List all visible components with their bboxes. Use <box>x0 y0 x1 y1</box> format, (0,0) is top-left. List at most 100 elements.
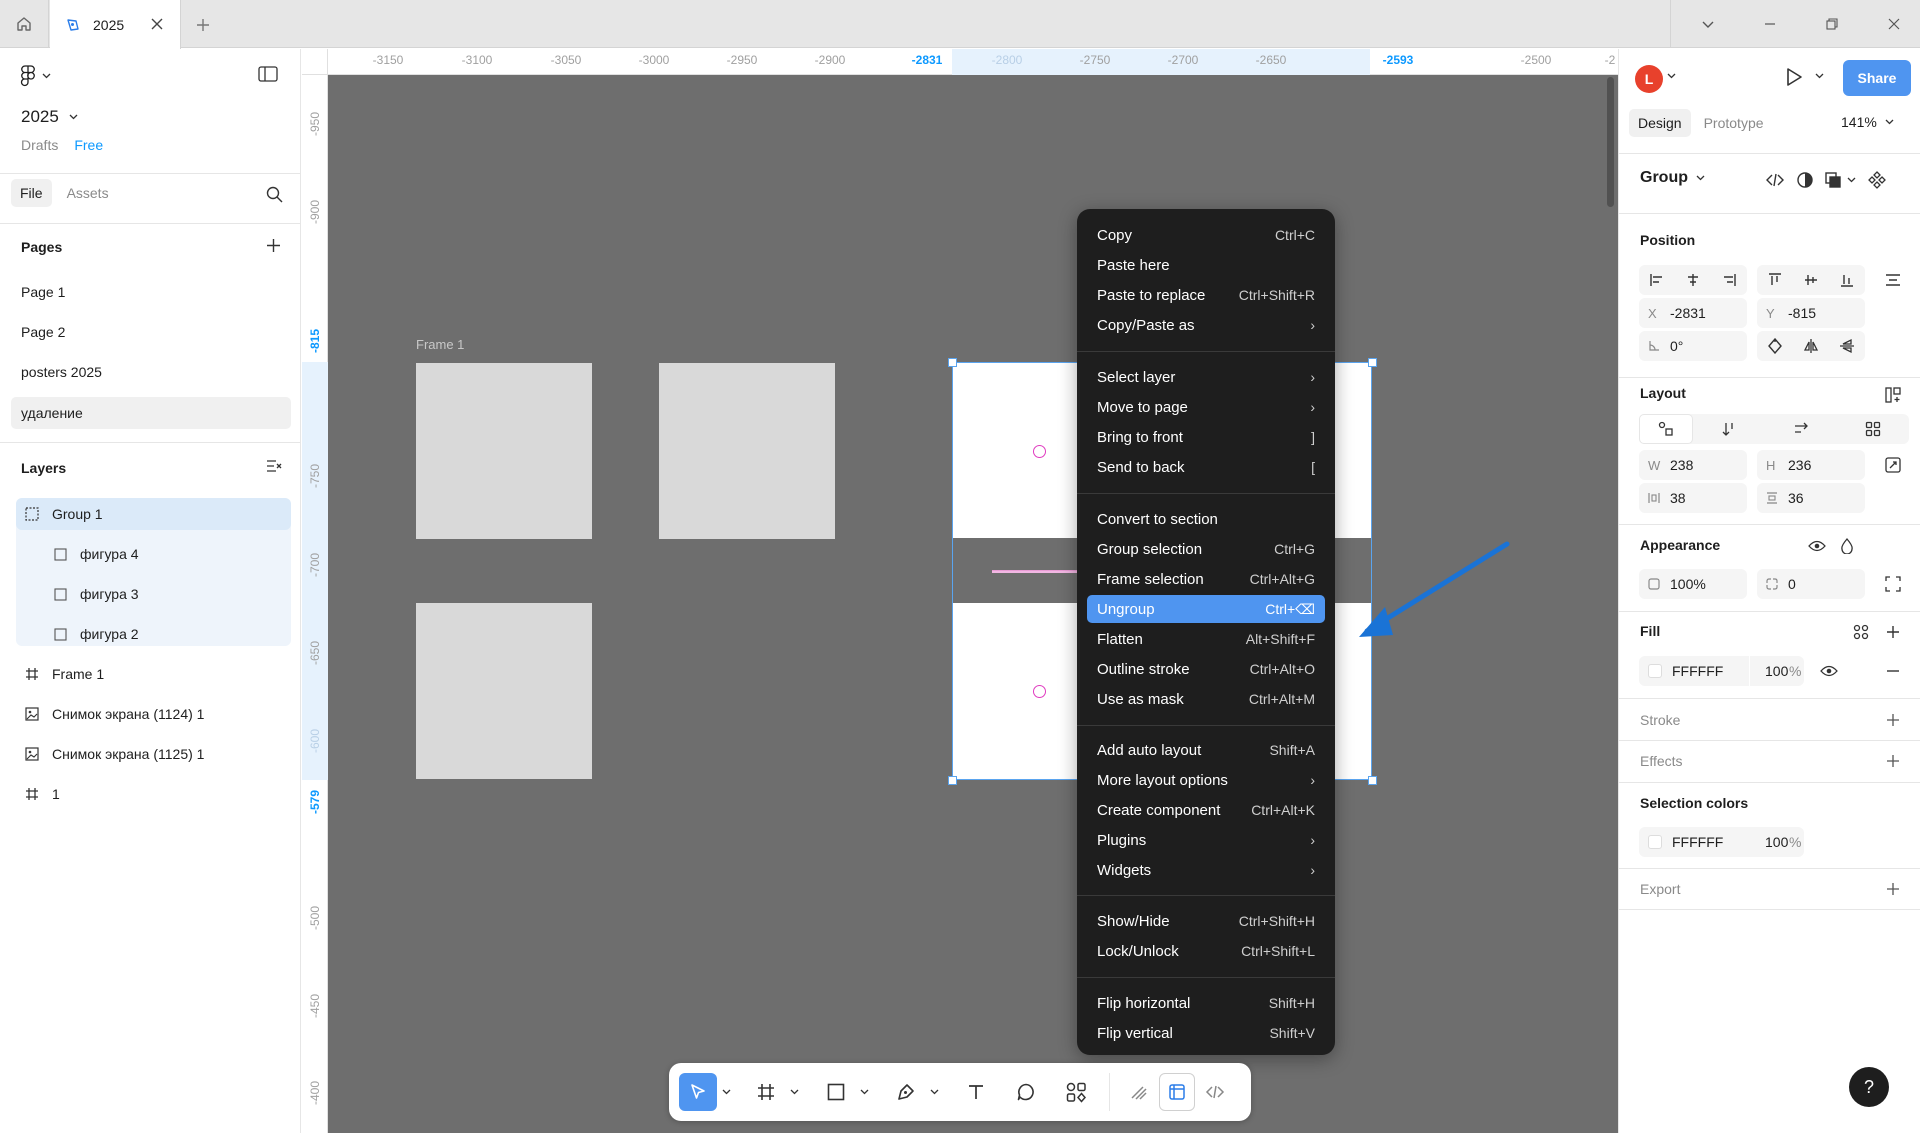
present-button[interactable] <box>1784 66 1804 91</box>
resize-handle-top-left[interactable] <box>948 358 957 367</box>
menu-item-outline-stroke[interactable]: Outline stroke Ctrl+Alt+O <box>1087 655 1325 683</box>
comment-tool-button[interactable] <box>1007 1073 1045 1111</box>
flip-horizontal-button[interactable] <box>1793 331 1829 361</box>
tab-file[interactable]: File <box>11 179 52 207</box>
shape-tool-dropdown[interactable] <box>857 1073 871 1111</box>
menu-item-copy-paste-as[interactable]: Copy/Paste as › <box>1087 311 1325 339</box>
create-component-button[interactable] <box>1865 168 1889 192</box>
remove-fill-button[interactable] <box>1881 659 1905 683</box>
menu-item-send-to-back[interactable]: Send to back [ <box>1087 453 1325 481</box>
distribute-button[interactable] <box>1881 268 1905 292</box>
layer-shape-3[interactable]: фигура 3 <box>16 578 291 610</box>
new-tab-button[interactable] <box>190 12 216 38</box>
corner-radius-input[interactable]: 0 <box>1757 569 1865 599</box>
help-button[interactable]: ? <box>1849 1067 1889 1107</box>
dev-mode-button[interactable] <box>1197 1073 1233 1111</box>
selection-color-swatch[interactable] <box>1648 835 1662 849</box>
minimize-button[interactable] <box>1757 12 1783 36</box>
main-menu-button[interactable] <box>20 65 51 87</box>
menu-item-frame-selection[interactable]: Frame selection Ctrl+Alt+G <box>1087 565 1325 593</box>
selection-color-input[interactable]: FFFFFF 100 % <box>1639 827 1804 857</box>
width-input[interactable]: W 238 <box>1639 450 1747 480</box>
align-center-h-button[interactable] <box>1675 265 1711 295</box>
layer-shape-2[interactable]: фигура 2 <box>16 618 291 650</box>
menu-item-move-to-page[interactable]: Move to page › <box>1087 393 1325 421</box>
visibility-toggle[interactable] <box>1805 534 1829 558</box>
independent-corners-button[interactable] <box>1881 572 1905 596</box>
frame-tool-dropdown[interactable] <box>787 1073 801 1111</box>
add-export-button[interactable] <box>1881 877 1905 901</box>
grey-rectangle[interactable] <box>416 363 592 539</box>
chevron-down-icon[interactable] <box>1815 73 1824 79</box>
menu-item-flip-horizontal[interactable]: Flip horizontal Shift+H <box>1087 989 1325 1017</box>
chevron-down-icon[interactable] <box>1667 73 1676 79</box>
home-button[interactable] <box>0 0 49 48</box>
code-view-button[interactable] <box>1763 168 1787 192</box>
grey-rectangle[interactable] <box>659 363 835 539</box>
layer-image-1125[interactable]: Снимок экрана (1125) 1 <box>16 738 291 770</box>
pen-tool-dropdown[interactable] <box>927 1073 941 1111</box>
layer-image-1124[interactable]: Снимок экрана (1124) 1 <box>16 698 291 730</box>
menu-item-add-auto-layout[interactable]: Add auto layout Shift+A <box>1087 736 1325 764</box>
close-tab-button[interactable] <box>146 13 168 35</box>
flip-vertical-button[interactable] <box>1829 331 1865 361</box>
menu-item-plugins[interactable]: Plugins › <box>1087 826 1325 854</box>
align-top-button[interactable] <box>1757 265 1793 295</box>
opacity-input[interactable]: 100% <box>1639 569 1747 599</box>
page-item[interactable]: Page 2 <box>11 316 291 348</box>
frame-label[interactable]: Frame 1 <box>416 337 464 352</box>
layer-shape-4[interactable]: фигура 4 <box>16 538 291 570</box>
align-left-button[interactable] <box>1639 265 1675 295</box>
menu-item-paste-to-replace[interactable]: Paste to replace Ctrl+Shift+R <box>1087 281 1325 309</box>
layer-group-1[interactable]: Group 1 <box>16 498 291 530</box>
layout-horizontal-button[interactable] <box>1765 414 1837 444</box>
zoom-menu[interactable]: 141% <box>1841 114 1894 130</box>
tab-assets[interactable]: Assets <box>58 179 118 207</box>
menu-item-bring-to-front[interactable]: Bring to front] <box>1087 423 1325 451</box>
fill-styles-button[interactable] <box>1849 620 1873 644</box>
blend-mode-button[interactable] <box>1835 534 1859 558</box>
file-tab[interactable]: 2025 <box>50 0 181 49</box>
actions-button[interactable] <box>1057 1073 1095 1111</box>
fill-visibility-toggle[interactable] <box>1817 659 1841 683</box>
menu-item-convert-to-section[interactable]: Convert to section <box>1087 505 1325 533</box>
draw-mode-button[interactable] <box>1121 1073 1157 1111</box>
menu-item-paste-here[interactable]: Paste here <box>1087 251 1325 279</box>
menu-item-widgets[interactable]: Widgets › <box>1087 856 1325 884</box>
resize-handle-bottom-right[interactable] <box>1368 776 1377 785</box>
selection-type-menu[interactable]: Group <box>1640 169 1705 187</box>
menu-item-create-component[interactable]: Create component Ctrl+Alt+K <box>1087 796 1325 824</box>
resize-handle-bottom-left[interactable] <box>948 776 957 785</box>
y-position-input[interactable]: Y -815 <box>1757 298 1865 328</box>
add-effect-button[interactable] <box>1881 749 1905 773</box>
add-page-button[interactable] <box>266 238 281 256</box>
tabs-dropdown-button[interactable] <box>1695 12 1721 36</box>
layout-freeform-button[interactable] <box>1639 414 1693 444</box>
resize-handle-top-right[interactable] <box>1368 358 1377 367</box>
menu-item-lock-unlock[interactable]: Lock/Unlock Ctrl+Shift+L <box>1087 937 1325 965</box>
menu-item-more-layout-options[interactable]: More layout options › <box>1087 766 1325 794</box>
text-tool-button[interactable] <box>957 1073 995 1111</box>
page-item[interactable]: Page 1 <box>11 276 291 308</box>
page-item[interactable]: posters 2025 <box>11 356 291 388</box>
layout-vertical-button[interactable] <box>1693 414 1765 444</box>
contrast-button[interactable] <box>1793 168 1817 192</box>
vertical-gap-input[interactable]: 36 <box>1757 483 1865 513</box>
menu-item-use-as-mask[interactable]: Use as mask Ctrl+Alt+M <box>1087 685 1325 713</box>
menu-item-ungroup[interactable]: Ungroup Ctrl+⌫ <box>1087 595 1325 623</box>
add-fill-button[interactable] <box>1881 620 1905 644</box>
tab-prototype[interactable]: Prototype <box>1695 109 1773 137</box>
layout-grid-button[interactable] <box>1881 383 1905 407</box>
horizontal-gap-input[interactable]: 38 <box>1639 483 1747 513</box>
toggle-sidebar-button[interactable] <box>258 66 278 85</box>
move-tool-button[interactable] <box>679 1073 717 1111</box>
rectangle-tool-button[interactable] <box>817 1073 855 1111</box>
design-mode-button[interactable] <box>1159 1073 1195 1111</box>
file-name-menu[interactable]: 2025 <box>21 107 78 127</box>
boolean-ops-dropdown[interactable] <box>1839 168 1863 192</box>
restore-button[interactable] <box>1819 12 1845 36</box>
height-input[interactable]: H 236 <box>1757 450 1865 480</box>
close-window-button[interactable] <box>1881 12 1907 36</box>
menu-item-copy[interactable]: Copy Ctrl+C <box>1087 221 1325 249</box>
pen-tool-button[interactable] <box>887 1073 925 1111</box>
